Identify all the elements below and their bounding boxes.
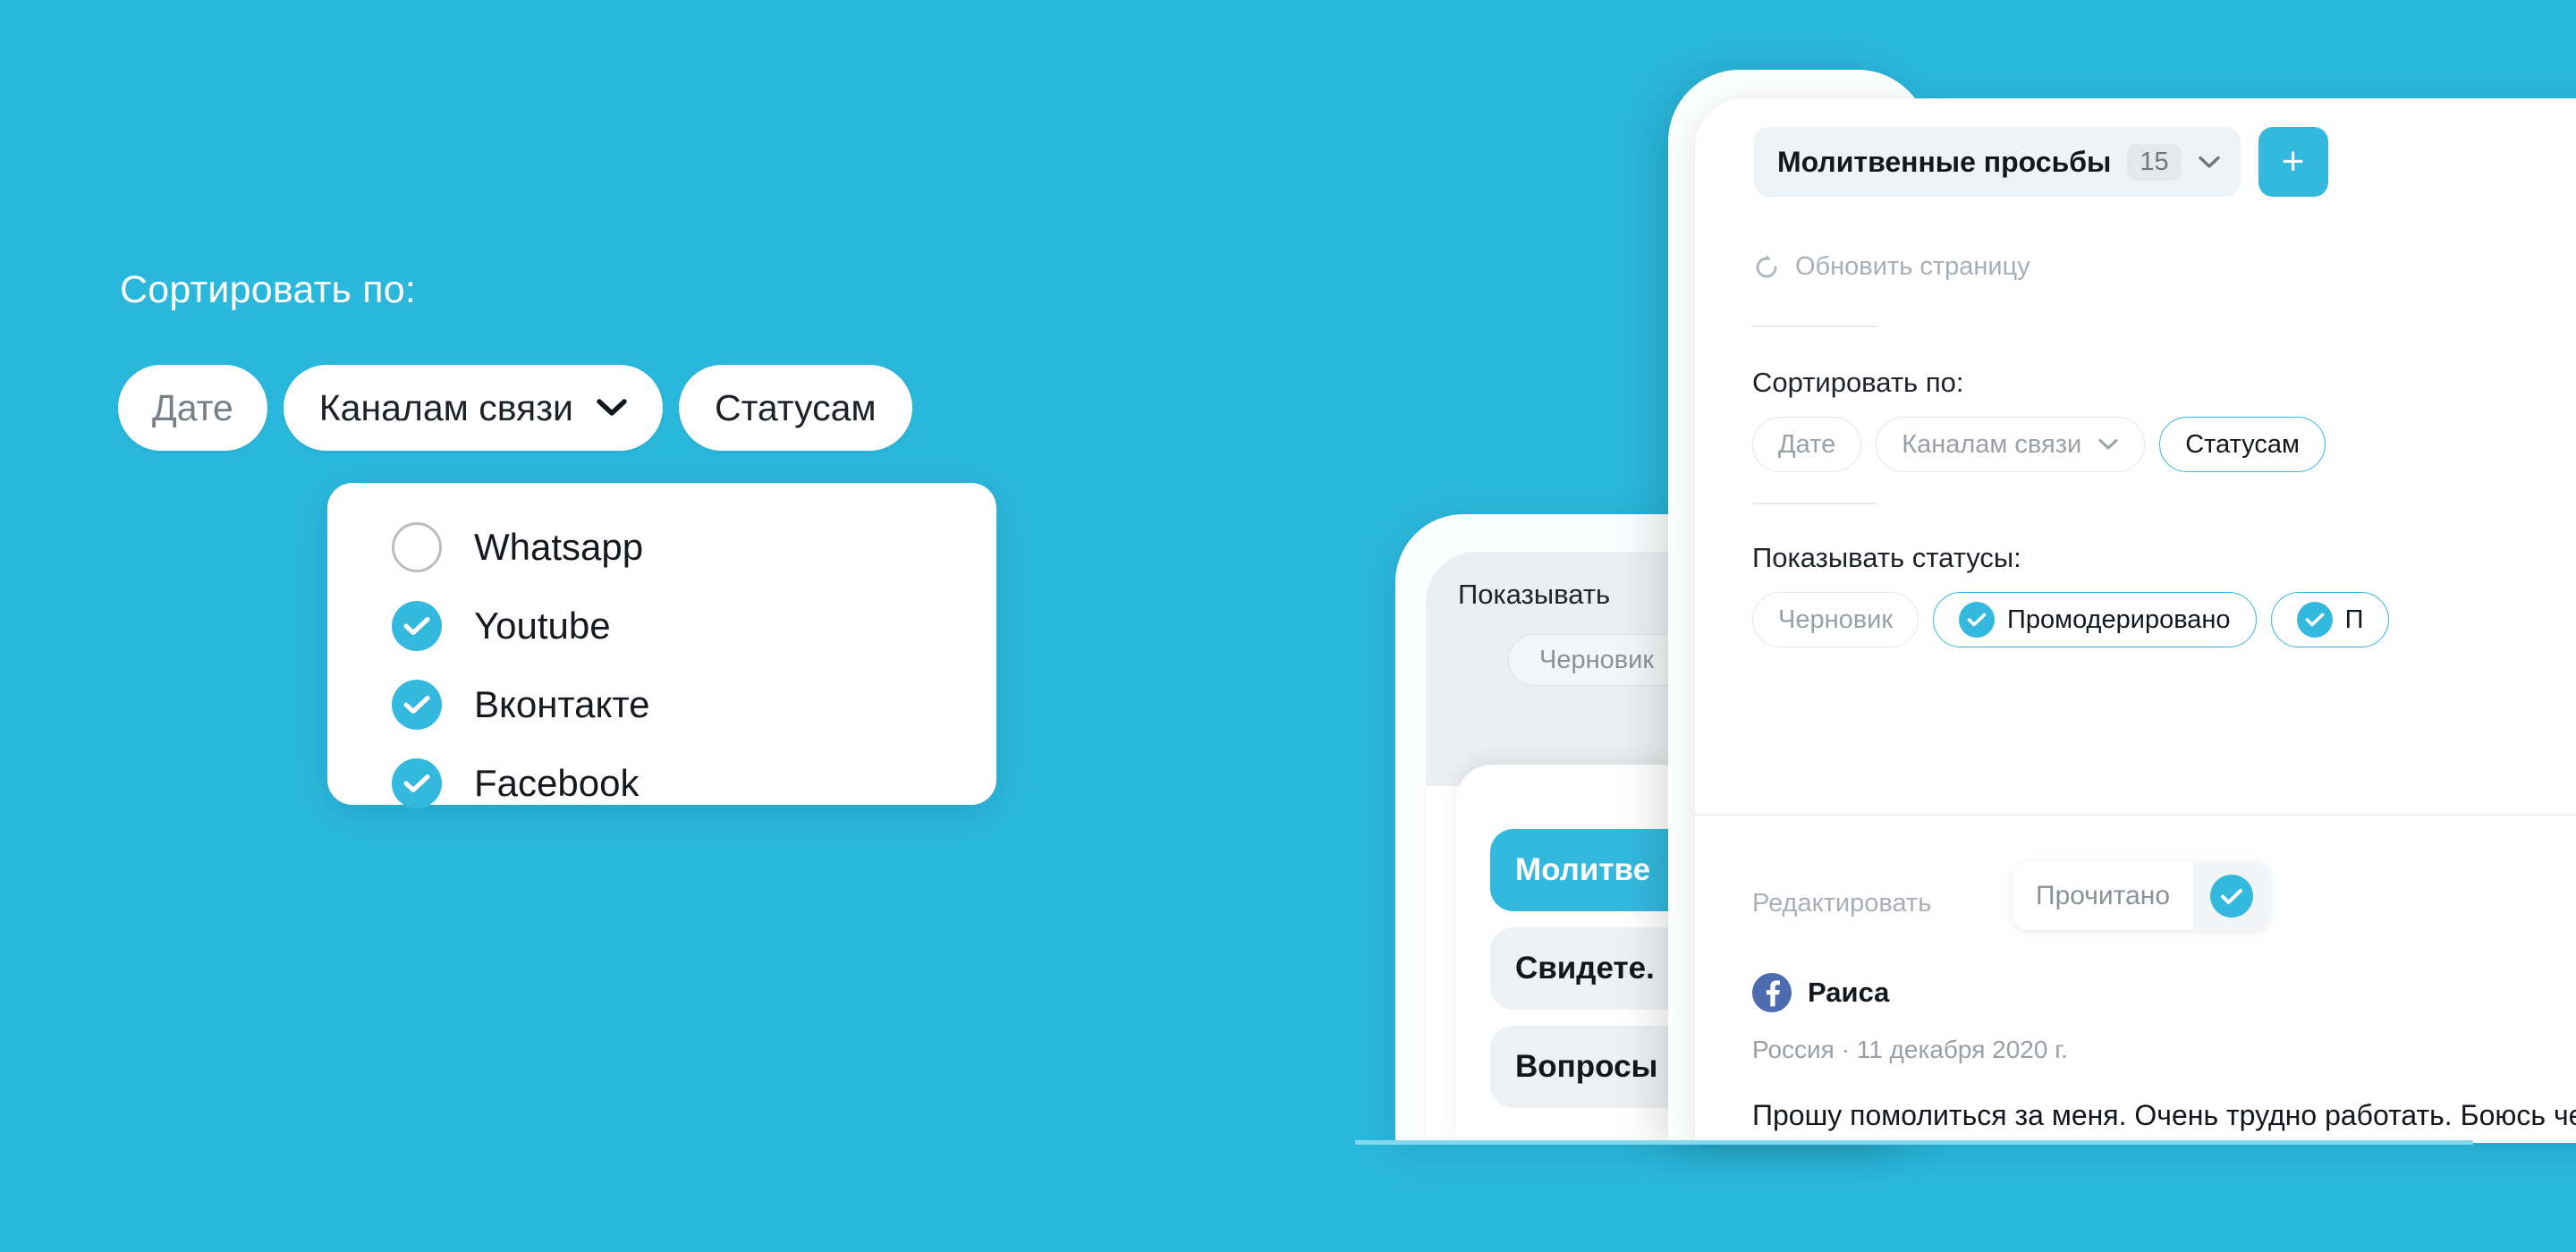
- baseline-accent-rule: [1355, 1140, 2473, 1145]
- phone-sort-chip-statuses[interactable]: Статусам: [2159, 417, 2326, 472]
- phone-sort-chip-date[interactable]: Дате: [1752, 417, 1862, 472]
- dropdown-option-youtube[interactable]: Youtube: [392, 599, 996, 653]
- post-author-name: Раиса: [1808, 977, 1890, 1008]
- sheet-item-label: Молитве: [1515, 852, 1651, 887]
- checkbox-checked-icon[interactable]: [2296, 602, 2333, 638]
- post-card: Редактировать Прочитано Раиса Россия · 1…: [1695, 814, 2576, 1143]
- sort-chip-channels[interactable]: Каналам связи: [283, 365, 663, 451]
- status-chip-published-label: П: [2344, 605, 2364, 634]
- phone-topbar: Молитвенные просьбы 15 +: [1754, 127, 2328, 197]
- sort-chip-group: Дате Каналам связи Статусам: [118, 365, 912, 451]
- status-chip-draft[interactable]: Черновик: [1752, 592, 1919, 647]
- category-name: Молитвенные просьбы: [1777, 145, 2112, 178]
- dropdown-option-vkontakte[interactable]: Вконтакте: [392, 678, 996, 732]
- read-toggle-checkbox[interactable]: [2193, 862, 2270, 930]
- secondary-status-chip-label: Черновик: [1539, 645, 1655, 674]
- category-selector[interactable]: Молитвенные просьбы 15: [1754, 127, 2241, 197]
- plus-icon: +: [2281, 140, 2305, 183]
- sort-chip-statuses-label: Статусам: [714, 386, 877, 428]
- checkbox-checked-icon[interactable]: [1959, 602, 1996, 638]
- checkbox-checked-icon: [2210, 875, 2253, 918]
- checkbox-unchecked-icon[interactable]: [392, 522, 442, 572]
- read-toggle-label: Прочитано: [2036, 881, 2170, 910]
- phone-mockups: Показывать Черновик Молитве Свидете. Воп…: [1297, 0, 2576, 1252]
- sheet-item-label: Вопросы: [1515, 1049, 1658, 1084]
- phone-statuses-chip-group: Черновик Промодерировано П: [1752, 592, 2390, 647]
- status-chip-published[interactable]: П: [2270, 592, 2390, 647]
- sort-by-title: Сортировать по:: [120, 268, 417, 311]
- status-chip-draft-label: Черновик: [1778, 605, 1894, 634]
- sort-chip-date-label: Дате: [152, 386, 233, 428]
- read-toggle[interactable]: Прочитано: [2012, 862, 2270, 930]
- dropdown-option-whatsapp[interactable]: Whatsapp: [392, 520, 996, 574]
- add-button[interactable]: +: [2258, 127, 2328, 197]
- post-meta: Россия · 11 декабря 2020 г.: [1752, 1036, 2068, 1063]
- dropdown-option-label: Вконтакте: [474, 683, 650, 725]
- post-body-text: Прошу помолиться за меня. Очень трудно р…: [1752, 1099, 2576, 1131]
- sheet-item-label: Свидете.: [1515, 951, 1655, 986]
- checkbox-checked-icon[interactable]: [392, 758, 442, 808]
- sort-chip-date[interactable]: Дате: [118, 365, 267, 451]
- phone-sort-chip-date-label: Дате: [1778, 429, 1836, 459]
- chevron-down-icon[interactable]: [2198, 155, 2221, 170]
- dropdown-option-label: Facebook: [474, 762, 640, 804]
- refresh-page-button[interactable]: Обновить страницу: [1752, 252, 2030, 282]
- checkbox-checked-icon[interactable]: [392, 680, 442, 730]
- status-chip-moderated-label: Промодерировано: [2007, 605, 2231, 634]
- phone-sort-title: Сортировать по:: [1752, 367, 1964, 398]
- checkbox-checked-icon[interactable]: [392, 601, 442, 651]
- sort-chip-statuses[interactable]: Статусам: [678, 365, 912, 451]
- phone-sort-chip-group: Дате Каналам связи Статусам: [1752, 417, 2326, 472]
- chevron-down-icon: [597, 398, 627, 418]
- divider-middle: [1752, 503, 1877, 504]
- phone-primary-screen: Молитвенные просьбы 15 + Обновить страни…: [1695, 98, 2576, 1143]
- secondary-statuses-title: Показывать: [1458, 579, 1611, 610]
- left-showcase-panel: Сортировать по: Дате Каналам связи Стату…: [0, 0, 1252, 1252]
- chevron-down-icon: [2097, 437, 2119, 452]
- secondary-status-chip-draft[interactable]: Черновик: [1508, 634, 1686, 686]
- dropdown-option-facebook[interactable]: Facebook: [392, 757, 996, 810]
- phone-statuses-title: Показывать статусы:: [1752, 542, 2021, 573]
- facebook-icon: [1752, 973, 1792, 1012]
- sort-chip-channels-label: Каналам связи: [318, 386, 573, 428]
- phone-sort-chip-statuses-label: Статусам: [2185, 429, 2300, 459]
- category-count-badge: 15: [2127, 143, 2182, 181]
- divider-top: [1752, 326, 1877, 327]
- channels-dropdown-menu[interactable]: Whatsapp Youtube Вконтакте Facebook: [327, 483, 996, 808]
- phone-sort-chip-channels-label: Каналам связи: [1902, 429, 2082, 459]
- edit-link[interactable]: Редактировать: [1752, 889, 1931, 918]
- post-author-row: Раиса: [1752, 973, 1889, 1012]
- refresh-page-label: Обновить страницу: [1795, 252, 2030, 281]
- status-chip-moderated[interactable]: Промодерировано: [1933, 592, 2257, 647]
- dropdown-option-label: Youtube: [474, 605, 611, 647]
- refresh-icon: [1752, 253, 1781, 282]
- dropdown-option-label: Whatsapp: [474, 526, 644, 568]
- phone-sort-chip-channels[interactable]: Каналам связи: [1876, 417, 2146, 472]
